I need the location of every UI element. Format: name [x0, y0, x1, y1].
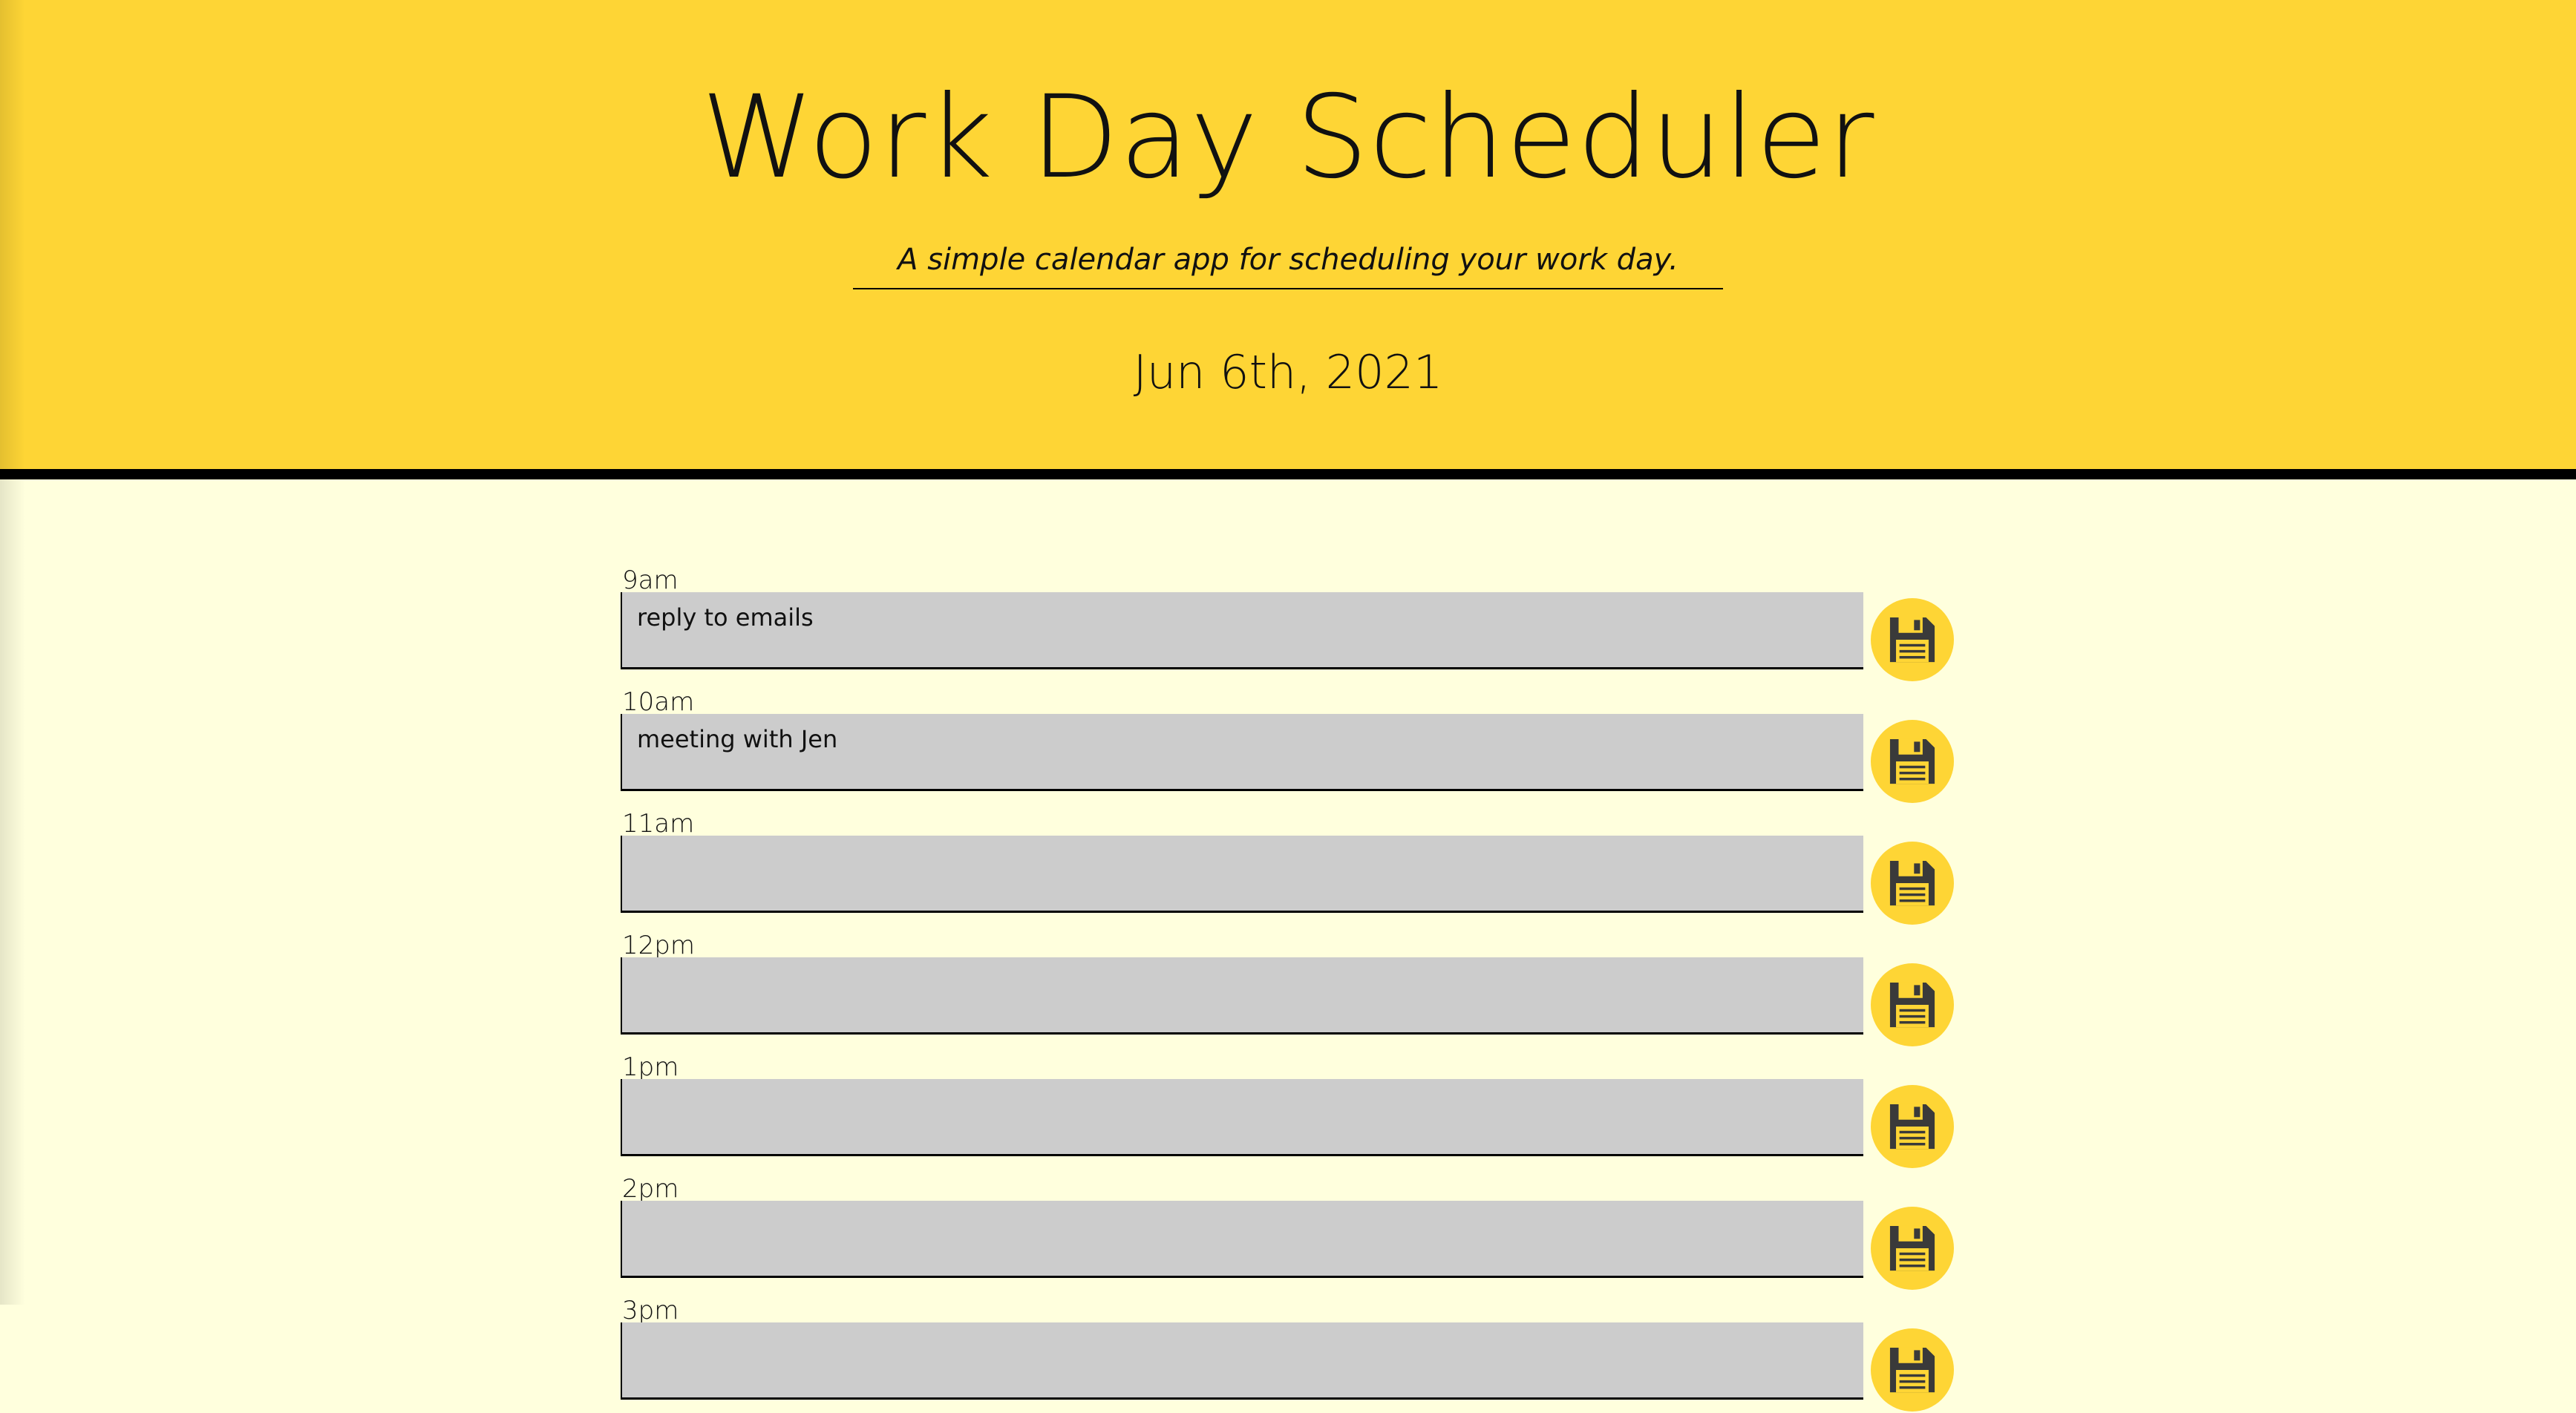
save-button-11am[interactable]	[1871, 842, 1954, 925]
time-block-12pm: 12pm	[621, 926, 1957, 1048]
save-button-2pm[interactable]	[1871, 1207, 1954, 1290]
hour-label: 1pm	[622, 1052, 679, 1082]
floppy-disk-icon	[1889, 617, 1935, 663]
page-subtitle: A simple calendar app for scheduling you…	[853, 237, 1723, 289]
time-block-3pm: 3pm	[621, 1291, 1957, 1413]
time-block-10am: 10am meeting with Jen	[621, 683, 1957, 804]
time-block-list: 9am reply to emails 10am meeting with Je…	[621, 561, 1957, 1413]
hour-label: 3pm	[622, 1296, 679, 1325]
task-input-9am[interactable]: reply to emails	[621, 592, 1863, 669]
floppy-disk-icon	[1889, 1347, 1935, 1393]
hour-label: 2pm	[622, 1174, 679, 1204]
task-input-11am[interactable]	[621, 836, 1863, 913]
save-button-1pm[interactable]	[1871, 1085, 1954, 1168]
time-block-11am: 11am	[621, 804, 1957, 926]
task-input-12pm[interactable]	[621, 957, 1863, 1035]
hour-label: 9am	[622, 565, 679, 595]
save-button-3pm[interactable]	[1871, 1328, 1954, 1412]
time-block-9am: 9am reply to emails	[621, 561, 1957, 683]
save-button-12pm[interactable]	[1871, 963, 1954, 1046]
save-button-9am[interactable]	[1871, 598, 1954, 681]
floppy-disk-icon	[1889, 738, 1935, 784]
lead-wrapper: A simple calendar app for scheduling you…	[0, 237, 2576, 289]
task-input-1pm[interactable]	[621, 1079, 1863, 1156]
task-input-10am[interactable]: meeting with Jen	[621, 714, 1863, 791]
task-input-3pm[interactable]	[621, 1322, 1863, 1400]
page-header: Work Day Scheduler A simple calendar app…	[0, 0, 2576, 479]
current-date: Jun 6th, 2021	[1133, 345, 1443, 399]
page-title: Work Day Scheduler	[701, 71, 1875, 204]
time-block-1pm: 1pm	[621, 1048, 1957, 1170]
hour-label: 10am	[622, 687, 695, 717]
floppy-disk-icon	[1889, 982, 1935, 1028]
hour-label: 11am	[622, 809, 695, 839]
time-block-2pm: 2pm	[621, 1170, 1957, 1291]
floppy-disk-icon	[1889, 1225, 1935, 1271]
floppy-disk-icon	[1889, 1104, 1935, 1150]
task-input-2pm[interactable]	[621, 1201, 1863, 1278]
hour-label: 12pm	[622, 931, 695, 960]
floppy-disk-icon	[1889, 860, 1935, 906]
save-button-10am[interactable]	[1871, 720, 1954, 803]
